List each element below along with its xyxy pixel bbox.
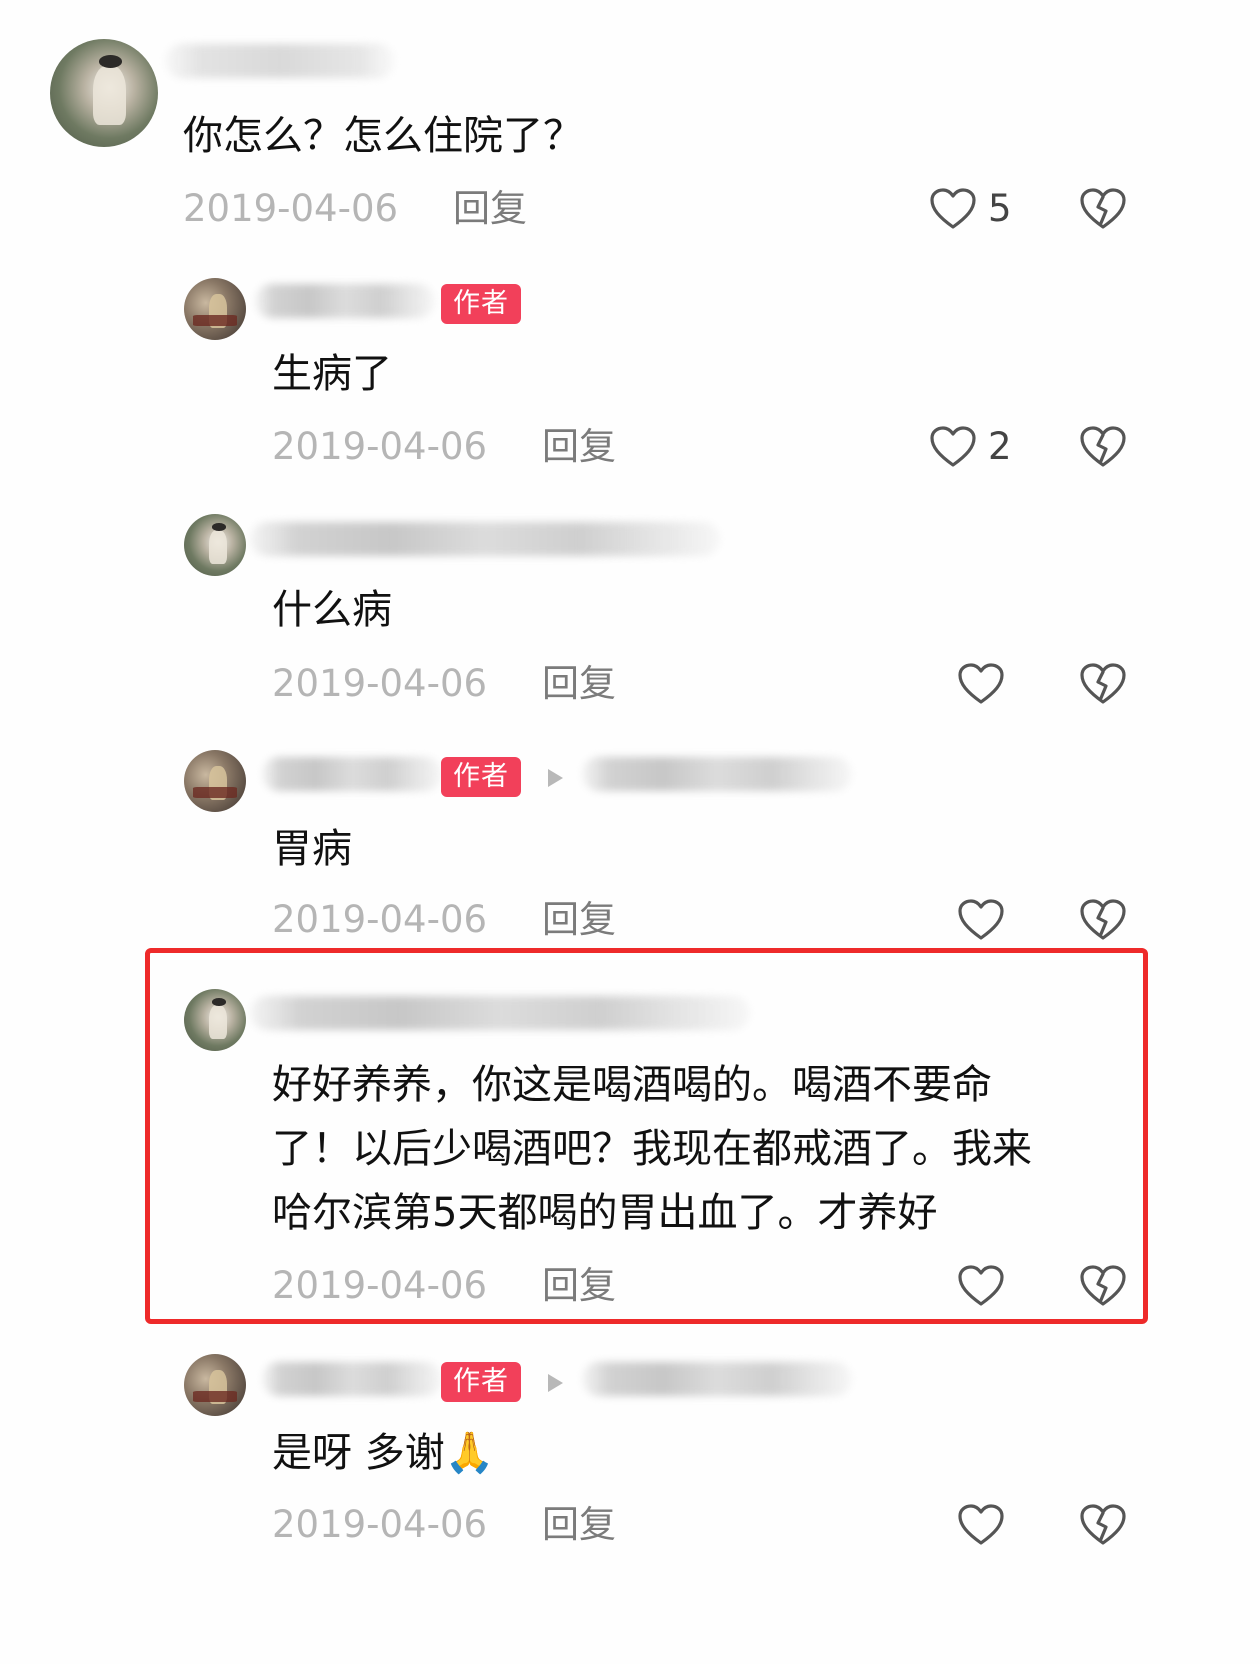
reply-button[interactable]: 回复 bbox=[542, 422, 616, 472]
comment-date: 2019-04-06 bbox=[183, 187, 399, 230]
comment-item: 作者 胃病 2019-04-06 回复 bbox=[0, 735, 1260, 945]
heart-outline-icon[interactable] bbox=[957, 1503, 1005, 1547]
broken-heart-icon[interactable] bbox=[1079, 1503, 1127, 1547]
comment-date: 2019-04-06 bbox=[272, 1264, 488, 1307]
play-triangle-icon bbox=[548, 769, 563, 787]
avatar[interactable] bbox=[50, 39, 158, 147]
author-badge: 作者 bbox=[441, 284, 521, 324]
comment-item: 作者 是呀 多谢🙏 2019-04-06 回复 bbox=[0, 1340, 1260, 1664]
reply-button[interactable]: 回复 bbox=[542, 895, 616, 945]
broken-heart-icon[interactable] bbox=[1079, 425, 1127, 469]
comment-date: 2019-04-06 bbox=[272, 425, 488, 468]
comment-text-line: 了！以后少喝酒吧？我现在都戒酒了。我来 bbox=[272, 1126, 1032, 1172]
broken-heart-icon[interactable] bbox=[1079, 1264, 1127, 1308]
comment-date: 2019-04-06 bbox=[272, 898, 488, 941]
comment-text: 生病了 bbox=[272, 351, 392, 397]
heart-outline-icon[interactable] bbox=[929, 187, 977, 231]
comment-meta: 2019-04-06 回复 bbox=[272, 1500, 1143, 1550]
like-count: 2 bbox=[988, 425, 1012, 468]
comment-meta: 2019-04-06 回复 2 bbox=[272, 422, 1143, 472]
avatar[interactable] bbox=[184, 750, 246, 812]
reply-button[interactable]: 回复 bbox=[542, 1261, 616, 1311]
avatar[interactable] bbox=[184, 989, 246, 1051]
broken-heart-icon[interactable] bbox=[1079, 662, 1127, 706]
reply-button[interactable]: 回复 bbox=[542, 659, 616, 709]
play-triangle-icon bbox=[548, 1374, 563, 1392]
comment-date: 2019-04-06 bbox=[272, 1503, 488, 1546]
comment-item: 你怎么？怎么住院了？ 2019-04-06 回复 5 bbox=[0, 0, 1260, 260]
reply-button[interactable]: 回复 bbox=[453, 184, 527, 234]
username-blurred[interactable] bbox=[165, 44, 395, 78]
heart-outline-icon[interactable] bbox=[957, 662, 1005, 706]
username-blurred[interactable] bbox=[262, 757, 442, 791]
comment-item: 什么病 2019-04-06 回复 bbox=[0, 500, 1260, 735]
comment-meta: 2019-04-06 回复 bbox=[272, 895, 1143, 945]
broken-heart-icon[interactable] bbox=[1079, 187, 1127, 231]
like-count: 5 bbox=[988, 187, 1012, 230]
username-blurred[interactable] bbox=[250, 522, 720, 556]
author-badge: 作者 bbox=[441, 1362, 521, 1402]
avatar[interactable] bbox=[184, 514, 246, 576]
comment-text-line: 哈尔滨第5天都喝的胃出血了。才养好 bbox=[272, 1190, 938, 1236]
broken-heart-icon[interactable] bbox=[1079, 898, 1127, 942]
heart-outline-icon[interactable] bbox=[957, 898, 1005, 942]
username-blurred[interactable] bbox=[262, 1362, 442, 1396]
avatar[interactable] bbox=[184, 278, 246, 340]
comment-text: 是呀 多谢🙏 bbox=[272, 1430, 495, 1476]
comment-text-line: 好好养养，你这是喝酒喝的。喝酒不要命 bbox=[272, 1062, 992, 1108]
comment-meta: 2019-04-06 回复 5 bbox=[183, 184, 1143, 234]
reply-to-username-blurred[interactable] bbox=[582, 1362, 852, 1396]
comment-item: 作者 生病了 2019-04-06 回复 2 bbox=[0, 260, 1260, 500]
comment-date: 2019-04-06 bbox=[272, 662, 488, 705]
heart-outline-icon[interactable] bbox=[929, 425, 977, 469]
comment-text: 胃病 bbox=[272, 826, 352, 872]
comment-item: 好好养养，你这是喝酒喝的。喝酒不要命 了！以后少喝酒吧？我现在都戒酒了。我来 哈… bbox=[0, 980, 1260, 1320]
username-blurred[interactable] bbox=[250, 996, 750, 1030]
heart-outline-icon[interactable] bbox=[957, 1264, 1005, 1308]
avatar[interactable] bbox=[184, 1354, 246, 1416]
comment-text: 你怎么？怎么住院了？ bbox=[183, 113, 583, 159]
username-blurred[interactable] bbox=[255, 284, 435, 318]
reply-button[interactable]: 回复 bbox=[542, 1500, 616, 1550]
author-badge: 作者 bbox=[441, 757, 521, 797]
reply-to-username-blurred[interactable] bbox=[582, 757, 852, 791]
comment-text: 什么病 bbox=[272, 587, 392, 633]
comment-meta: 2019-04-06 回复 bbox=[272, 659, 1143, 709]
comment-meta: 2019-04-06 回复 bbox=[272, 1261, 1143, 1311]
